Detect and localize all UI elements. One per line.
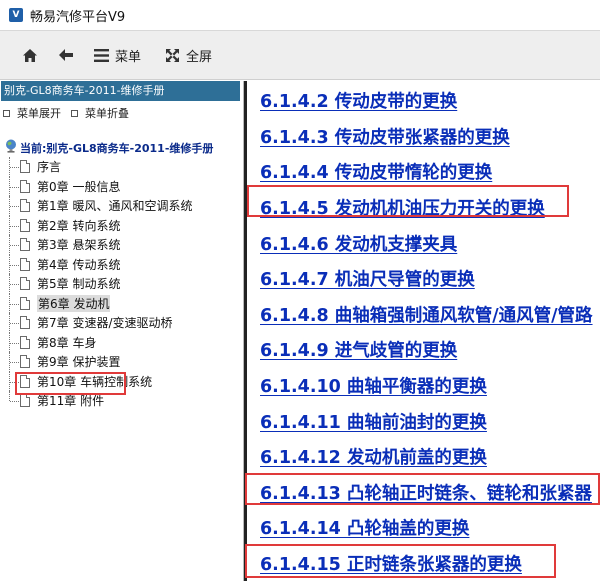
panel-divider[interactable] <box>244 81 247 581</box>
collapse-icon <box>71 109 78 117</box>
tree-item-chapter-5[interactable]: 第5章 制动系统 <box>9 274 192 294</box>
tree-item-chapter-7[interactable]: 第7章 变速器/变速驱动桥 <box>9 313 192 333</box>
highlight-box-oil-pressure-switch <box>247 185 569 217</box>
list-item: 6.1.4.6 发动机支撑夹具 <box>260 225 593 261</box>
fullscreen-icon <box>165 48 180 63</box>
tree-item-chapter-3[interactable]: 第3章 悬架系统 <box>9 235 192 255</box>
document-icon <box>20 316 30 330</box>
manual-header: 别克-GL8商务车-2011-维修手册 <box>1 81 240 101</box>
list-item: 6.1.4.2 传动皮带的更换 <box>260 83 593 119</box>
section-link-6-1-4-12[interactable]: 6.1.4.12 发动机前盖的更换 <box>260 444 487 469</box>
tree-item-label: 第4章 传动系统 <box>37 257 121 272</box>
home-button[interactable] <box>14 38 46 72</box>
tree-item-preface[interactable]: 序言 <box>9 157 192 177</box>
menu-collapse-button[interactable]: 菜单折叠 <box>71 105 129 121</box>
document-icon <box>20 355 30 369</box>
tree-root-label: 当前:别克-GL8商务车-2011-维修手册 <box>20 141 214 155</box>
tree-item-label: 第9章 保护装置 <box>37 355 121 370</box>
document-icon <box>20 160 30 174</box>
list-item: 6.1.4.14 凸轮轴盖的更换 <box>260 510 593 546</box>
tree-item-chapter-1[interactable]: 第1章 暖风、通风和空调系统 <box>9 196 192 216</box>
menu-expand-button[interactable]: 菜单展开 <box>3 105 61 121</box>
section-link-6-1-4-8[interactable]: 6.1.4.8 曲轴箱强制通风软管/通风管/管路 <box>260 302 593 327</box>
section-link-6-1-4-6[interactable]: 6.1.4.6 发动机支撑夹具 <box>260 231 457 256</box>
back-arrow-icon <box>58 48 74 62</box>
section-link-6-1-4-2[interactable]: 6.1.4.2 传动皮带的更换 <box>260 88 457 113</box>
tree-item-chapter-2[interactable]: 第2章 转向系统 <box>9 215 192 235</box>
section-link-6-1-4-4[interactable]: 6.1.4.4 传动皮带惰轮的更换 <box>260 159 492 184</box>
section-link-list: 6.1.4.2 传动皮带的更换 6.1.4.3 传动皮带张紧器的更换 6.1.4… <box>260 83 593 581</box>
section-link-6-1-4-9[interactable]: 6.1.4.9 进气歧管的更换 <box>260 337 457 362</box>
fullscreen-label: 全屏 <box>186 49 213 65</box>
document-icon <box>20 257 30 271</box>
list-item: 6.1.4.12 发动机前盖的更换 <box>260 439 593 475</box>
section-link-6-1-4-7[interactable]: 6.1.4.7 机油尺导管的更换 <box>260 266 475 291</box>
document-icon <box>20 335 30 349</box>
title-bar: V 畅易汽修平台V9 <box>0 0 600 30</box>
tree-item-label: 第6章 发动机 <box>37 294 111 312</box>
highlight-box-timing-chain <box>245 473 600 505</box>
hamburger-icon <box>94 48 109 62</box>
list-item: 6.1.4.3 传动皮带张紧器的更换 <box>260 119 593 155</box>
menu-label: 菜单 <box>115 49 142 65</box>
left-panel: 别克-GL8商务车-2011-维修手册 菜单展开 菜单折叠 当前:别克-GL8商… <box>0 81 244 581</box>
home-icon <box>22 48 38 63</box>
highlight-box-chain-tensioner <box>245 544 556 578</box>
section-link-6-1-4-3[interactable]: 6.1.4.3 传动皮带张紧器的更换 <box>260 124 510 149</box>
section-link-6-1-4-11[interactable]: 6.1.4.11 曲轴前油封的更换 <box>260 409 487 434</box>
content-panel: 6.1.4.2 传动皮带的更换 6.1.4.3 传动皮带张紧器的更换 6.1.4… <box>244 81 600 581</box>
expand-icon <box>3 109 10 117</box>
fullscreen-button[interactable]: 全屏 <box>157 38 220 72</box>
tree-item-label: 第0章 一般信息 <box>37 179 121 194</box>
selection-highlight-box <box>15 372 126 395</box>
tree-item-label: 序言 <box>37 160 62 175</box>
tree-item-chapter-0[interactable]: 第0章 一般信息 <box>9 176 192 196</box>
list-item: 6.1.4.8 曲轴箱强制通风软管/通风管/管路 <box>260 297 593 333</box>
tree-item-label: 第1章 暖风、通风和空调系统 <box>37 199 193 214</box>
list-item: 6.1.4.7 机油尺导管的更换 <box>260 261 593 297</box>
app-icon: V <box>9 8 23 22</box>
menu-expand-label: 菜单展开 <box>17 107 61 120</box>
document-icon <box>20 199 30 213</box>
toolbar: 菜单 全屏 <box>0 30 600 80</box>
document-icon <box>20 218 30 232</box>
tree-item-label: 第2章 转向系统 <box>37 218 121 233</box>
tree-item-chapter-9[interactable]: 第9章 保护装置 <box>9 352 192 372</box>
tree-item-chapter-6[interactable]: 第6章 发动机 <box>9 293 192 313</box>
section-link-6-1-4-14[interactable]: 6.1.4.14 凸轮轴盖的更换 <box>260 515 469 540</box>
document-icon <box>20 394 30 408</box>
section-link-6-1-4-10[interactable]: 6.1.4.10 曲轴平衡器的更换 <box>260 373 487 398</box>
tree-root[interactable]: 当前:别克-GL8商务车-2011-维修手册 <box>4 139 213 156</box>
tree-item-chapter-8[interactable]: 第8章 车身 <box>9 332 192 352</box>
back-button[interactable] <box>50 38 82 72</box>
list-item: 6.1.4.9 进气歧管的更换 <box>260 332 593 368</box>
tree-item-label: 第3章 悬架系统 <box>37 238 121 253</box>
menu-button[interactable]: 菜单 <box>86 38 149 72</box>
document-icon <box>20 179 30 193</box>
menu-actions: 菜单展开 菜单折叠 <box>3 105 139 121</box>
tree-item-label: 第7章 变速器/变速驱动桥 <box>37 316 173 331</box>
list-item: 6.1.4.10 曲轴平衡器的更换 <box>260 368 593 404</box>
document-icon <box>20 277 30 291</box>
globe-icon <box>4 139 18 156</box>
list-item: 6.1.4.11 曲轴前油封的更换 <box>260 403 593 439</box>
tree-item-label: 第8章 车身 <box>37 335 97 350</box>
tree-item-chapter-4[interactable]: 第4章 传动系统 <box>9 254 192 274</box>
menu-collapse-label: 菜单折叠 <box>85 107 129 120</box>
tree-item-label: 第5章 制动系统 <box>37 277 121 292</box>
document-icon <box>20 296 30 310</box>
window-title: 畅易汽修平台V9 <box>30 9 126 25</box>
document-icon <box>20 238 30 252</box>
